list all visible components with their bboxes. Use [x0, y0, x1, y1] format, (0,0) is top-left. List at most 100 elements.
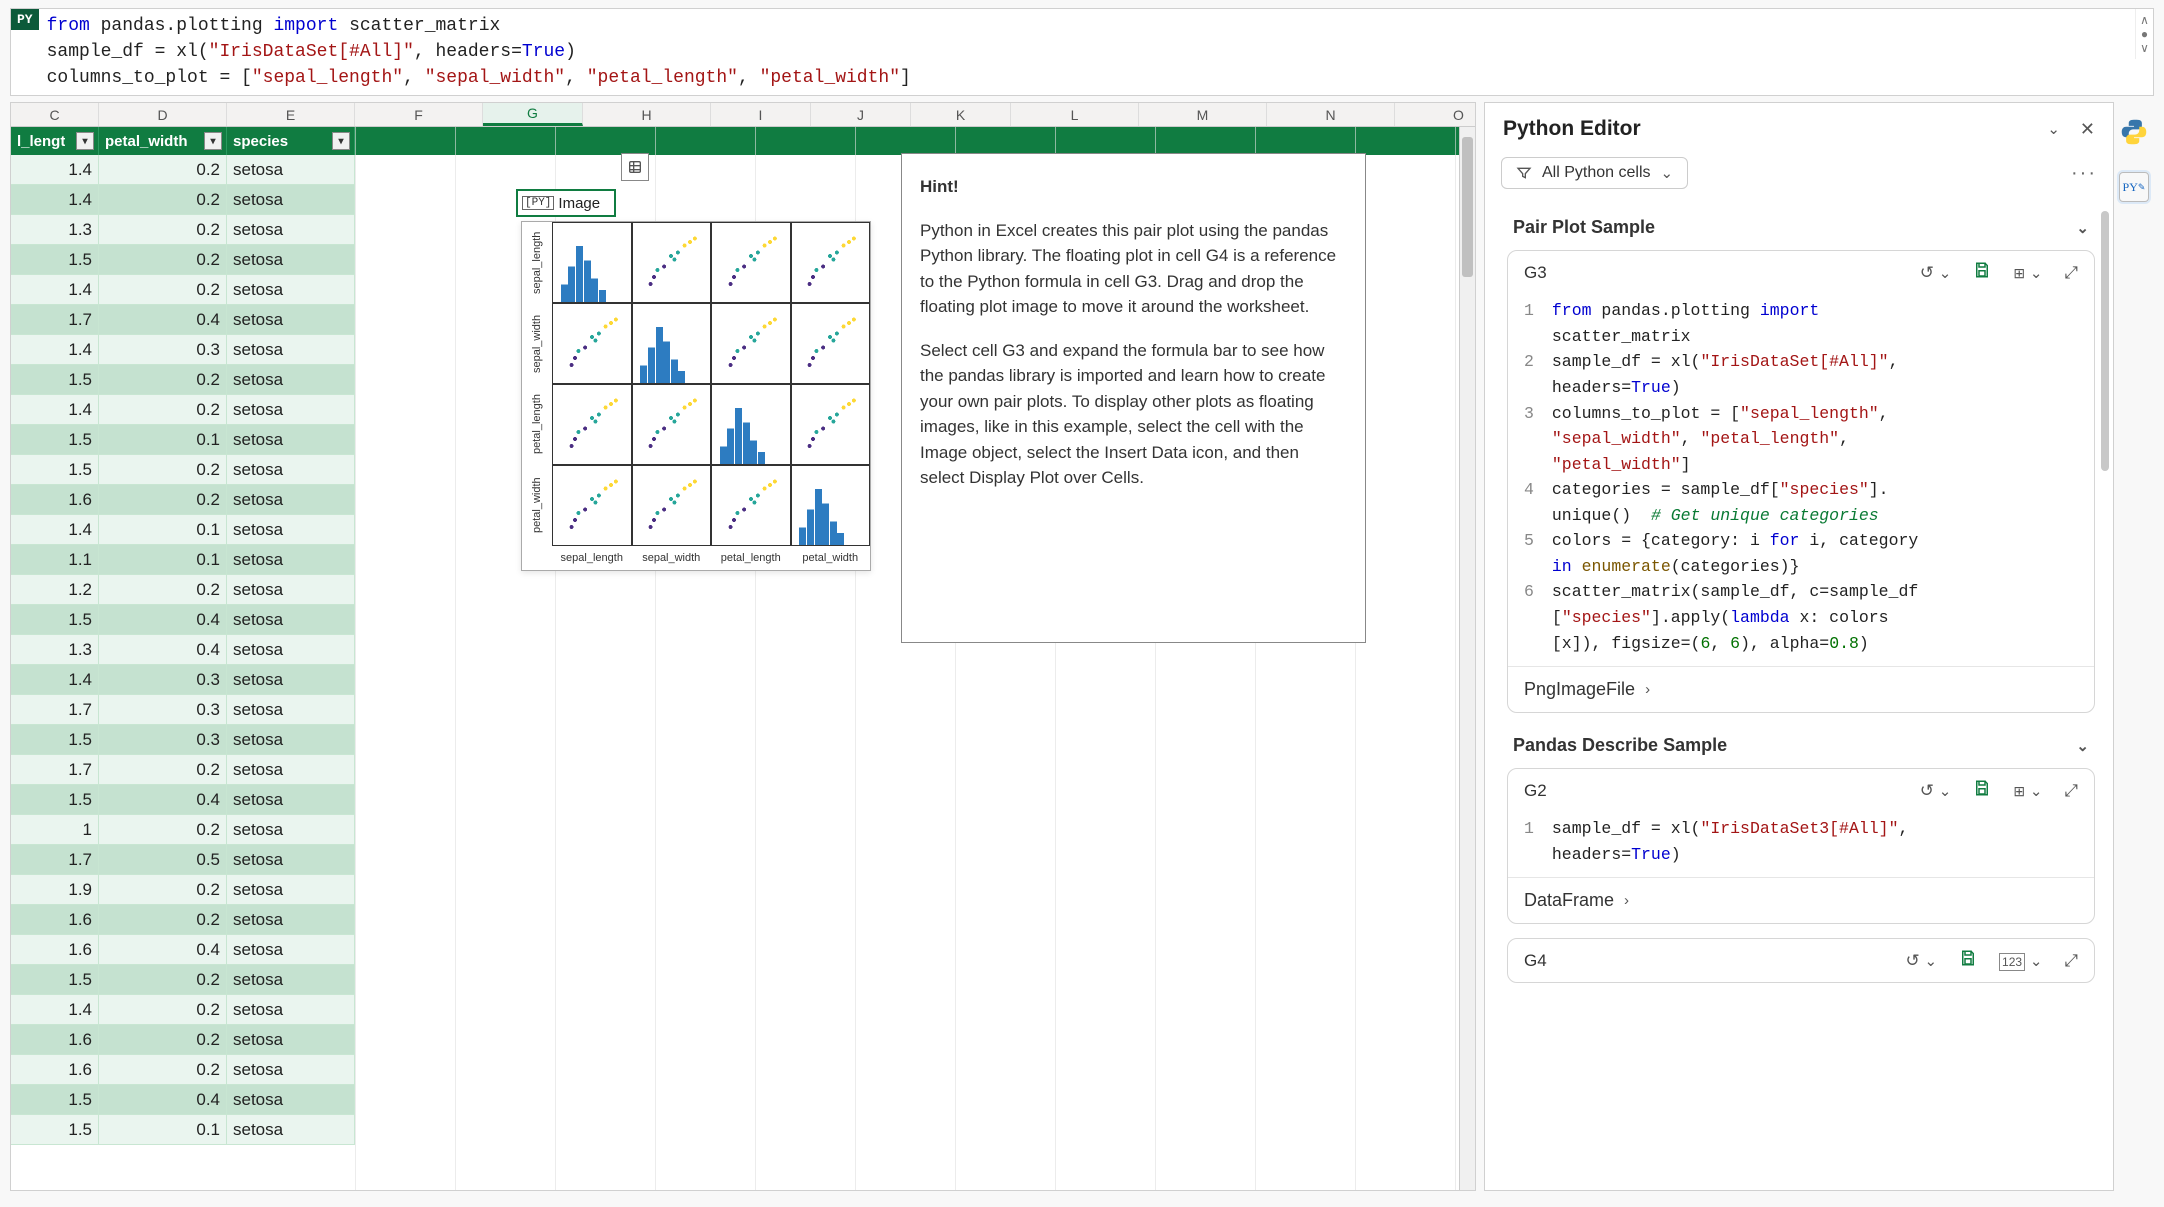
python-edit-icon[interactable]: PY✎: [2119, 172, 2149, 202]
pair-plot-image[interactable]: sepal_lengthsepal_widthpetal_lengthpetal…: [521, 221, 871, 571]
table-cell[interactable]: 1.2: [11, 575, 99, 605]
table-cell[interactable]: 1.7: [11, 305, 99, 335]
table-cell[interactable]: setosa: [227, 905, 355, 935]
table-cell[interactable]: setosa: [227, 395, 355, 425]
table-cell[interactable]: 0.4: [99, 635, 227, 665]
chevron-down-icon[interactable]: ⌄: [2076, 737, 2089, 755]
output-mode-icon[interactable]: 123 ⌄: [1999, 951, 2042, 971]
table-cell[interactable]: 0.1: [99, 515, 227, 545]
insert-data-icon[interactable]: [621, 153, 649, 181]
table-row[interactable]: 1.50.3setosa: [11, 725, 1475, 755]
table-row[interactable]: 1.50.4setosa: [11, 785, 1475, 815]
table-cell[interactable]: setosa: [227, 965, 355, 995]
table-cell[interactable]: setosa: [227, 545, 355, 575]
col-header-L[interactable]: L: [1011, 103, 1139, 126]
table-cell[interactable]: 1.6: [11, 935, 99, 965]
output-mode-icon[interactable]: ⊞ ⌄: [2013, 263, 2042, 283]
table-cell[interactable]: setosa: [227, 635, 355, 665]
table-cell[interactable]: 0.2: [99, 275, 227, 305]
table-cell[interactable]: 1.4: [11, 185, 99, 215]
table-cell[interactable]: setosa: [227, 575, 355, 605]
table-cell[interactable]: 0.4: [99, 605, 227, 635]
filter-dropdown-icon[interactable]: ▾: [332, 132, 350, 150]
table-cell[interactable]: 1.1: [11, 545, 99, 575]
undo-icon[interactable]: ↺ ⌄: [1906, 951, 1938, 971]
table-cell[interactable]: 1.7: [11, 695, 99, 725]
table-cell[interactable]: 0.2: [99, 755, 227, 785]
undo-icon[interactable]: ↺ ⌄: [1920, 781, 1952, 801]
table-row[interactable]: 1.90.2setosa: [11, 875, 1475, 905]
col-header-C[interactable]: C: [11, 103, 99, 126]
table-cell[interactable]: 0.2: [99, 185, 227, 215]
filter-dropdown-icon[interactable]: ▾: [76, 132, 94, 150]
spreadsheet-grid[interactable]: CDEFGHIJKLMNO l_lengt▾petal_width▾specie…: [10, 102, 1476, 1191]
table-cell[interactable]: 1.4: [11, 335, 99, 365]
scrollbar-thumb[interactable]: [1462, 137, 1473, 277]
table-row[interactable]: 1.40.2setosa: [11, 995, 1475, 1025]
table-cell[interactable]: setosa: [227, 455, 355, 485]
table-cell[interactable]: 1.7: [11, 755, 99, 785]
table-row[interactable]: 1.60.2setosa: [11, 905, 1475, 935]
table-cell[interactable]: setosa: [227, 1115, 355, 1145]
table-cell[interactable]: 1.6: [11, 1055, 99, 1085]
table-cell[interactable]: 0.1: [99, 425, 227, 455]
table-cell[interactable]: 0.4: [99, 935, 227, 965]
save-icon[interactable]: [1973, 261, 1991, 284]
table-cell[interactable]: 0.2: [99, 965, 227, 995]
col-header-H[interactable]: H: [583, 103, 711, 126]
table-row[interactable]: 1.40.3setosa: [11, 665, 1475, 695]
table-cell[interactable]: 1.4: [11, 995, 99, 1025]
col-header-G[interactable]: G: [483, 103, 583, 126]
table-cell[interactable]: 1.5: [11, 1115, 99, 1145]
expand-icon[interactable]: ⤢: [2064, 263, 2078, 283]
table-cell[interactable]: setosa: [227, 1025, 355, 1055]
table-cell[interactable]: 0.3: [99, 335, 227, 365]
table-cell[interactable]: setosa: [227, 725, 355, 755]
filter-dropdown-icon[interactable]: ▾: [204, 132, 222, 150]
table-cell[interactable]: 1.6: [11, 1025, 99, 1055]
table-cell[interactable]: 1.5: [11, 365, 99, 395]
table-cell[interactable]: 1: [11, 815, 99, 845]
table-cell[interactable]: setosa: [227, 1085, 355, 1115]
vertical-scrollbar[interactable]: [1459, 127, 1475, 1190]
formula-bar-scroll[interactable]: ∧ ● ∨: [2135, 9, 2153, 59]
table-cell[interactable]: 0.4: [99, 1085, 227, 1115]
scroll-down-icon[interactable]: ∨: [2140, 41, 2149, 55]
table-cell[interactable]: 1.3: [11, 215, 99, 245]
cell-reference[interactable]: G4: [1524, 951, 1547, 971]
card-output-type[interactable]: PngImageFile›: [1508, 666, 2094, 712]
table-row[interactable]: 1.60.2setosa: [11, 1055, 1475, 1085]
table-cell[interactable]: 1.5: [11, 785, 99, 815]
table-cell[interactable]: setosa: [227, 335, 355, 365]
table-cell[interactable]: 0.2: [99, 455, 227, 485]
table-cell[interactable]: setosa: [227, 185, 355, 215]
col-header-I[interactable]: I: [711, 103, 811, 126]
table-cell[interactable]: setosa: [227, 425, 355, 455]
table-cell[interactable]: 1.4: [11, 515, 99, 545]
output-mode-icon[interactable]: ⊞ ⌄: [2013, 781, 2042, 801]
table-cell[interactable]: 1.5: [11, 605, 99, 635]
table-row[interactable]: 1.50.4setosa: [11, 1085, 1475, 1115]
table-cell[interactable]: setosa: [227, 785, 355, 815]
code-block[interactable]: 1 sample_df = xl("IrisDataSet3[#All]", h…: [1508, 812, 2094, 877]
table-cell[interactable]: 0.2: [99, 365, 227, 395]
table-cell[interactable]: 0.3: [99, 665, 227, 695]
table-cell[interactable]: setosa: [227, 305, 355, 335]
table-cell[interactable]: setosa: [227, 845, 355, 875]
table-cell[interactable]: setosa: [227, 245, 355, 275]
table-cell[interactable]: 1.3: [11, 635, 99, 665]
table-cell[interactable]: 1.5: [11, 1085, 99, 1115]
section-header[interactable]: Pandas Describe Sample⌄: [1507, 727, 2095, 764]
table-cell[interactable]: 1.4: [11, 665, 99, 695]
table-cell[interactable]: 0.5: [99, 845, 227, 875]
expand-icon[interactable]: ⤢: [2064, 781, 2078, 801]
col-header-E[interactable]: E: [227, 103, 355, 126]
col-header-N[interactable]: N: [1267, 103, 1395, 126]
table-cell[interactable]: 0.1: [99, 545, 227, 575]
table-cell[interactable]: 1.5: [11, 965, 99, 995]
filter-header[interactable]: l_lengt▾: [11, 127, 99, 155]
table-row[interactable]: 1.60.4setosa: [11, 935, 1475, 965]
scroll-handle-icon[interactable]: ●: [2141, 27, 2148, 41]
table-cell[interactable]: 0.2: [99, 215, 227, 245]
table-cell[interactable]: 0.2: [99, 485, 227, 515]
